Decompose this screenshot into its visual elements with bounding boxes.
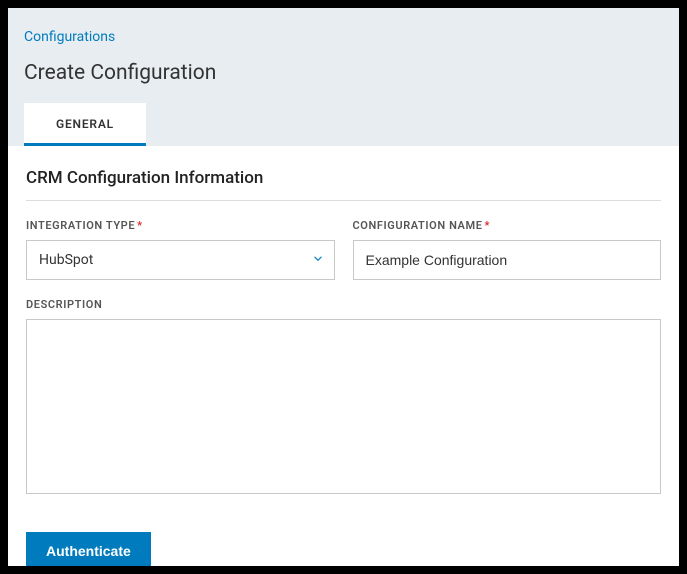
tab-general[interactable]: GENERAL: [24, 103, 146, 146]
tab-strip: GENERAL: [8, 103, 679, 146]
integration-type-select[interactable]: HubSpot: [26, 240, 335, 280]
label-text: INTEGRATION TYPE: [26, 219, 135, 232]
description-label: DESCRIPTION: [26, 298, 661, 311]
label-text: CONFIGURATION NAME: [353, 219, 483, 232]
required-indicator: *: [485, 219, 491, 232]
page-title: Create Configuration: [8, 45, 679, 103]
description-textarea[interactable]: [26, 319, 661, 494]
configuration-name-label: CONFIGURATION NAME*: [353, 219, 662, 232]
breadcrumb-link-configurations[interactable]: Configurations: [24, 29, 115, 45]
panel-general: CRM Configuration Information INTEGRATIO…: [8, 146, 679, 566]
authenticate-button[interactable]: Authenticate: [26, 532, 151, 566]
configuration-name-input[interactable]: [353, 240, 662, 280]
integration-type-label: INTEGRATION TYPE*: [26, 219, 335, 232]
section-divider: [26, 200, 661, 201]
section-title: CRM Configuration Information: [26, 168, 661, 188]
required-indicator: *: [137, 219, 143, 232]
breadcrumb: Configurations: [8, 8, 679, 45]
